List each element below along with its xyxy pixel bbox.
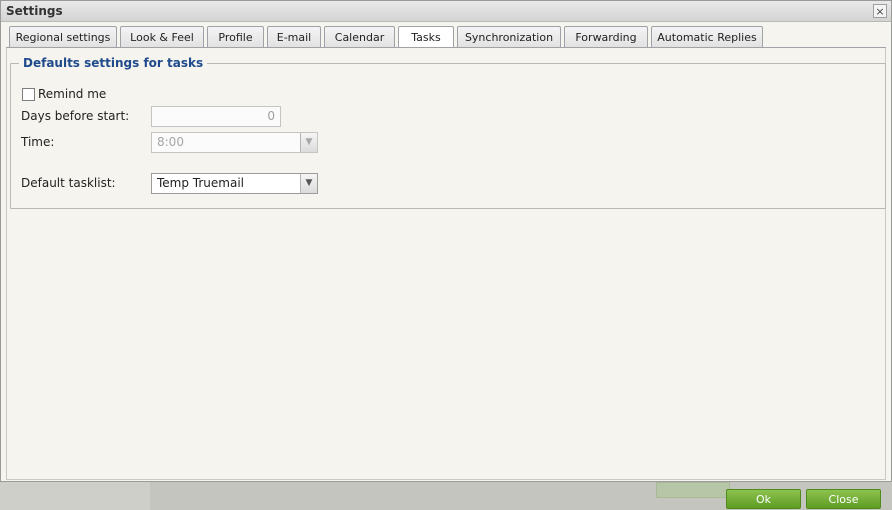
tab-regional-settings[interactable]: Regional settings xyxy=(9,26,117,48)
tab-look-and-feel[interactable]: Look & Feel xyxy=(120,26,204,48)
tab-synchronization[interactable]: Synchronization xyxy=(457,26,561,48)
group-legend: Defaults settings for tasks xyxy=(23,56,204,70)
time-label: Time: xyxy=(21,135,55,149)
chevron-down-icon[interactable]: ▼ xyxy=(300,174,317,193)
time-value: 8:00 xyxy=(157,135,184,149)
tab-tasks[interactable]: Tasks xyxy=(398,26,454,49)
default-tasklist-value: Temp Truemail xyxy=(157,176,244,190)
dialog-title: Settings xyxy=(6,4,63,18)
background-button xyxy=(656,482,730,498)
close-button[interactable]: Close xyxy=(806,489,881,509)
tab-forwarding[interactable]: Forwarding xyxy=(564,26,648,48)
time-select[interactable]: 8:00 ▼ xyxy=(151,132,318,153)
default-tasklist-label: Default tasklist: xyxy=(21,176,116,190)
tab-calendar[interactable]: Calendar xyxy=(324,26,395,48)
ok-button[interactable]: Ok xyxy=(726,489,801,509)
chevron-down-icon[interactable]: ▼ xyxy=(300,133,317,152)
remind-me-checkbox[interactable] xyxy=(22,88,35,101)
days-before-start-label: Days before start: xyxy=(21,109,130,123)
tab-profile[interactable]: Profile xyxy=(207,26,264,48)
days-before-start-input[interactable]: 0 xyxy=(151,106,281,127)
tab-automatic-replies[interactable]: Automatic Replies xyxy=(651,26,763,48)
default-tasklist-select[interactable]: Temp Truemail ▼ xyxy=(151,173,318,194)
tab-e-mail[interactable]: E-mail xyxy=(267,26,321,48)
remind-me-label: Remind me xyxy=(38,87,107,101)
task-defaults-group: Defaults settings for tasks xyxy=(10,56,886,209)
close-icon[interactable]: × xyxy=(873,4,887,18)
dialog-titlebar[interactable]: Settings × xyxy=(1,1,891,22)
